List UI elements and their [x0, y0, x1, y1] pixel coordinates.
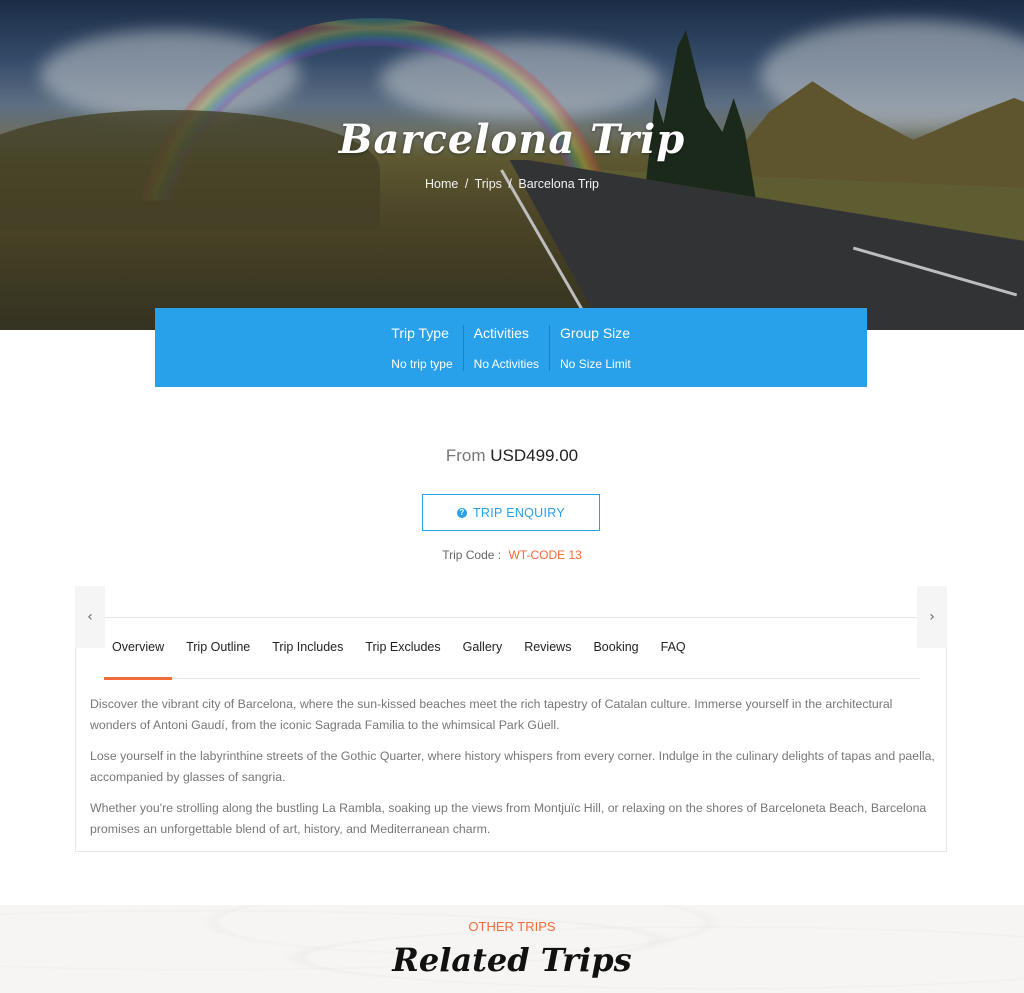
tab-faq[interactable]: FAQ: [653, 617, 694, 679]
tab-list: Overview Trip Outline Trip Includes Trip…: [104, 617, 920, 680]
tab-overview[interactable]: Overview: [104, 617, 173, 680]
hero-banner: Barcelona Trip Home / Trips / Barcelona …: [0, 0, 1024, 330]
hero-overlay: [0, 0, 1024, 330]
tab-trip-includes[interactable]: Trip Includes: [264, 617, 351, 679]
trip-enquiry-button[interactable]: ? TRIP ENQUIRY: [422, 494, 600, 531]
trip-price: From USD499.00: [0, 446, 1024, 466]
trip-code: Trip Code : WT-CODE 13: [0, 548, 1024, 562]
trip-info-bar: Trip Type No trip type Activities No Act…: [155, 308, 867, 387]
chevron-right-icon: ›: [929, 609, 935, 625]
info-value: No Size Limit: [560, 356, 631, 371]
overview-paragraph: Lose yourself in the labyrinthine street…: [90, 749, 935, 784]
info-label: Group Size: [560, 324, 631, 341]
overview-paragraph: Whether you're strolling along the bustl…: [90, 801, 927, 836]
breadcrumb-separator: /: [508, 177, 512, 191]
tab-booking[interactable]: Booking: [585, 617, 646, 679]
question-circle-icon: ?: [456, 507, 467, 518]
breadcrumb: Home / Trips / Barcelona Trip: [0, 177, 1024, 191]
related-heading: Related Trips: [392, 941, 632, 979]
related-trips-section: OTHER TRIPS Related Trips: [0, 905, 1024, 993]
activities-info: Activities No Activities: [462, 324, 549, 371]
trip-code-label: Trip Code :: [442, 548, 502, 562]
tabs-prev-button[interactable]: ‹: [75, 586, 105, 648]
tab-trip-excludes[interactable]: Trip Excludes: [357, 617, 448, 679]
info-label: Activities: [473, 324, 529, 341]
breadcrumb-separator: /: [464, 177, 469, 191]
tab-gallery[interactable]: Gallery: [455, 617, 511, 679]
info-label: Trip Type: [391, 324, 449, 341]
tab-reviews[interactable]: Reviews: [516, 617, 579, 679]
tabs-next-button[interactable]: ›: [917, 586, 947, 648]
trip-tabs-section: ‹ › Overview Trip Outline Trip Includes …: [75, 586, 947, 852]
overview-content: Discover the vibrant city of Barcelona, …: [90, 694, 935, 850]
trip-type-info: Trip Type No trip type: [381, 325, 462, 371]
tab-trip-outline[interactable]: Trip Outline: [178, 617, 258, 679]
breadcrumb-home[interactable]: Home: [425, 177, 458, 191]
info-value: No Activities: [473, 356, 540, 371]
related-eyebrow: OTHER TRIPS: [468, 919, 556, 934]
trip-code-value: WT-CODE 13: [508, 548, 582, 562]
enquiry-label: TRIP ENQUIRY: [472, 505, 566, 520]
group-size-info: Group Size No Size Limit: [549, 324, 641, 371]
page-title: Barcelona Trip: [338, 116, 686, 163]
info-value: No trip type: [391, 356, 453, 371]
price-amount: USD499.00: [490, 446, 579, 465]
overview-paragraph: Discover the vibrant city of Barcelona, …: [90, 697, 893, 732]
breadcrumb-trips[interactable]: Trips: [475, 177, 502, 191]
price-from-label: From: [445, 446, 486, 465]
chevron-left-icon: ‹: [87, 609, 93, 625]
breadcrumb-current: Barcelona Trip: [518, 177, 599, 191]
